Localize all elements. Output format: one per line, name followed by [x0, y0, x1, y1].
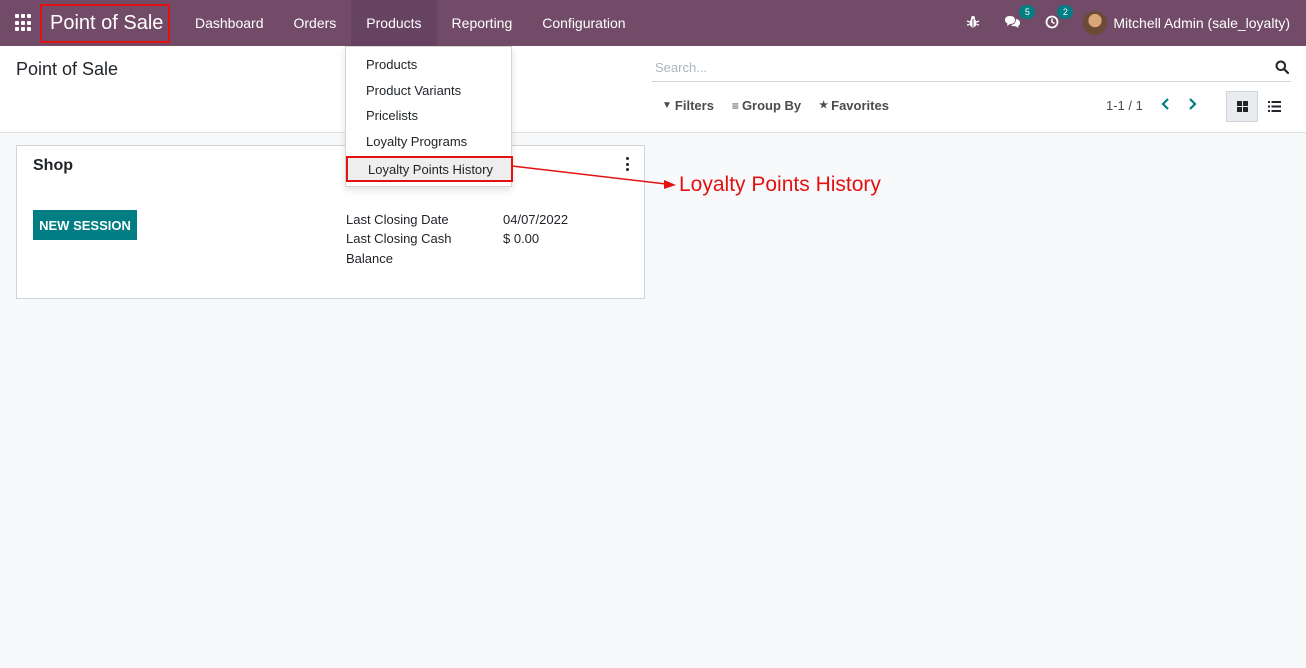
activities-clock-icon[interactable]: 2	[1045, 4, 1074, 32]
control-panel: Point of Sale ▼ Filters ≡ Group By ★ Fav…	[0, 46, 1306, 133]
page-title: Point of Sale	[16, 59, 119, 79]
chevron-left-icon[interactable]	[1160, 97, 1174, 115]
search-box	[652, 56, 1291, 82]
kanban-view-button[interactable]	[1226, 91, 1258, 122]
top-navbar: Point of Sale Dashboard Orders Products …	[0, 0, 1306, 46]
dropdown-item-loyalty-programs[interactable]: Loyalty Programs	[366, 134, 467, 149]
annotation-label: Loyalty Points History	[679, 173, 881, 196]
card-title: Shop	[33, 157, 73, 174]
chevron-right-icon[interactable]	[1188, 97, 1202, 115]
list-view-button[interactable]	[1258, 91, 1290, 122]
pos-config-card[interactable]: Shop NEW SESSION Last Closing Date 04/07…	[16, 145, 645, 299]
pager-nav	[1160, 97, 1216, 115]
activities-badge: 2	[1057, 4, 1074, 19]
messages-icon[interactable]: 5	[1004, 4, 1036, 32]
search-options: ▼ Filters ≡ Group By ★ Favorites	[662, 98, 907, 113]
debug-bug-icon[interactable]	[966, 15, 980, 32]
apps-menu-icon[interactable]	[15, 14, 33, 32]
filters-label: Filters	[674, 98, 714, 113]
new-session-button[interactable]: NEW SESSION	[33, 210, 137, 240]
bars-icon: ≡	[731, 98, 739, 113]
main-menu: Dashboard Orders Products Reporting Conf…	[180, 0, 641, 46]
favorites-button[interactable]: ★ Favorites	[819, 98, 889, 113]
last-closing-cash-label: Last Closing Cash Balance	[346, 231, 452, 266]
dropdown-item-pricelists[interactable]: Pricelists	[366, 108, 418, 123]
dropdown-item-product-variants[interactable]: Product Variants	[366, 83, 461, 98]
menu-configuration[interactable]: Configuration	[527, 0, 640, 46]
messages-badge: 5	[1019, 4, 1036, 19]
products-dropdown-menu: Products Product Variants Pricelists Loy…	[345, 46, 513, 187]
search-input[interactable]	[652, 56, 1252, 79]
menu-reporting[interactable]: Reporting	[437, 0, 528, 46]
filters-button[interactable]: ▼ Filters	[662, 98, 714, 113]
filter-funnel-icon: ▼	[662, 100, 672, 111]
favorites-label: Favorites	[831, 98, 889, 113]
groupby-label: Group By	[741, 98, 802, 113]
menu-dashboard[interactable]: Dashboard	[180, 0, 279, 46]
list-icon	[1267, 101, 1281, 112]
view-switcher	[1226, 91, 1290, 122]
last-closing-cash-value: $ 0.00	[503, 231, 540, 246]
card-dropdown-icon[interactable]	[626, 157, 630, 171]
star-icon: ★	[819, 100, 829, 111]
search-icon[interactable]	[1275, 60, 1289, 74]
systray: 5 2 Mitchell Admin (sale_loyalty)	[966, 0, 1290, 46]
pager-value[interactable]: 1-1 / 1	[1106, 98, 1143, 113]
menu-orders[interactable]: Orders	[279, 0, 352, 46]
last-closing-date-label: Last Closing Date	[346, 212, 449, 227]
last-closing-date-value: 04/07/2022	[503, 212, 569, 227]
dropdown-item-loyalty-points-history[interactable]: Loyalty Points History	[346, 156, 513, 182]
user-avatar[interactable]	[1083, 11, 1108, 35]
groupby-button[interactable]: ≡ Group By	[732, 98, 801, 113]
menu-products[interactable]: Products	[351, 0, 437, 46]
kanban-grid-icon	[1236, 101, 1248, 112]
user-menu[interactable]: Mitchell Admin (sale_loyalty)	[1113, 15, 1290, 31]
dropdown-item-products[interactable]: Products	[366, 57, 417, 72]
app-brand[interactable]: Point of Sale	[40, 4, 171, 43]
